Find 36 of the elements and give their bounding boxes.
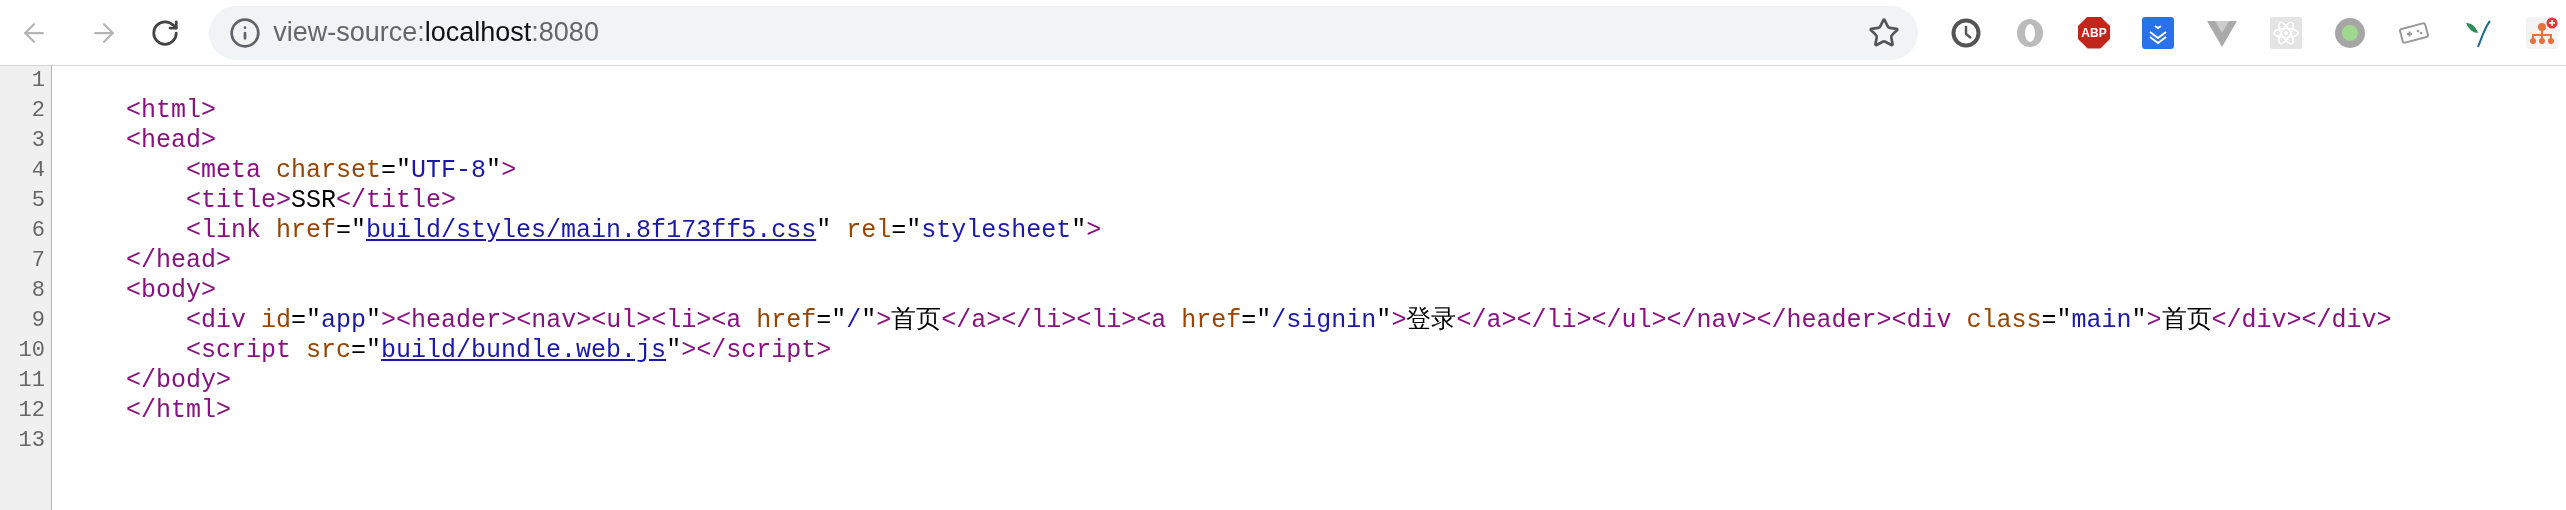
code-line: <body> (125, 276, 217, 305)
line-number: 1 (30, 67, 45, 95)
address-bar[interactable]: view-source:localhost:8080 (209, 5, 1918, 60)
line-number: 9 (30, 307, 45, 335)
line-number: 7 (30, 247, 45, 275)
line-number: 13 (17, 427, 45, 455)
code-line: </body> (125, 366, 232, 395)
code-line: <script src="build/bundle.web.js"></script> (185, 336, 832, 365)
line-number: 4 (30, 157, 45, 185)
url-text: view-source:localhost:8080 (273, 16, 599, 50)
code-line: <div id="app"><header><nav><ul><li><a href="/">首页</a></li><li><a href="/signin">登录</a></li></ul></nav></header><div class="main">首页</div></div> (185, 306, 2392, 335)
code-link[interactable]: build/bundle.web.js (381, 336, 667, 365)
circle-icon[interactable] (2334, 16, 2366, 49)
line-number: 3 (30, 127, 45, 155)
code-line: <title>SSR</title> (185, 186, 457, 215)
code-line: <link href="build/styles/main.8f173ff5.css" rel="stylesheet"> (185, 216, 1102, 245)
adblock-icon[interactable]: ABP (2078, 16, 2110, 49)
line-number: 2 (30, 97, 45, 125)
download-icon[interactable] (2142, 16, 2174, 49)
code-line: </html> (125, 396, 232, 425)
code-line: <head> (125, 126, 217, 155)
line-number: 11 (17, 367, 45, 395)
code-line: <html> (125, 96, 217, 125)
reload-icon (150, 17, 181, 48)
bookmark-star-icon[interactable] (1868, 16, 1900, 49)
sitemap-icon[interactable] (2526, 16, 2558, 49)
code-link[interactable]: build/styles/main.8f173ff5.css (366, 216, 817, 245)
line-number: 10 (17, 337, 45, 365)
line-number: 8 (30, 277, 45, 305)
clock-icon[interactable] (1950, 16, 1982, 49)
line-number: 5 (30, 187, 45, 215)
code-line: </head> (125, 246, 232, 275)
line-number: 12 (17, 397, 45, 425)
line-number: 6 (30, 217, 45, 245)
info-icon[interactable] (229, 16, 262, 49)
code-line: <meta charset="UTF-8"> (185, 156, 517, 185)
